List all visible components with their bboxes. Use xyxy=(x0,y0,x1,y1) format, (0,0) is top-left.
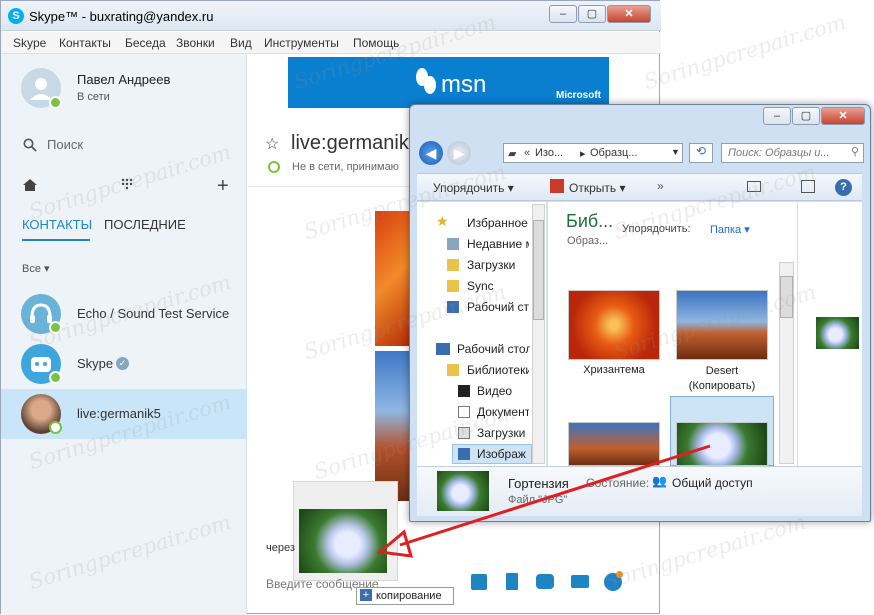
drag-arrow xyxy=(376,444,711,558)
copy-tooltip: + копирование xyxy=(356,587,454,605)
copy-tooltip-text: копирование xyxy=(376,590,442,602)
plus-icon: + xyxy=(360,589,372,601)
